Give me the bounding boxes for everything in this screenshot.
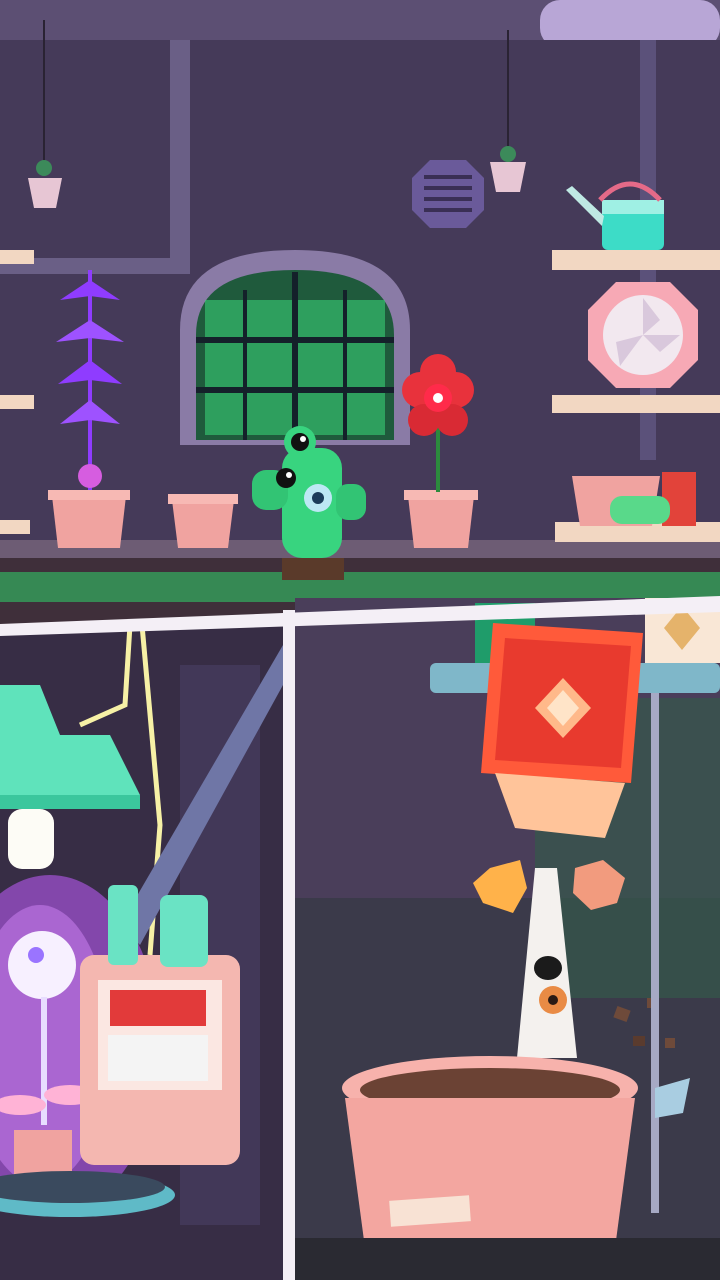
greenhouse-scene	[0, 0, 720, 625]
arched-window-icon	[180, 250, 410, 445]
fan-icon	[588, 282, 698, 388]
panel-divider	[283, 610, 295, 1280]
plant-pot	[342, 1056, 638, 1248]
plant-pot	[408, 496, 474, 548]
seed-pour-illustration	[295, 598, 720, 1280]
greenhouse-illustration	[0, 0, 720, 625]
plant-pot	[172, 500, 234, 548]
grow-lamp-panel	[0, 625, 283, 1280]
vent-icon	[412, 160, 484, 228]
seed-packet-icon	[610, 496, 670, 524]
grow-lamp-illustration	[0, 625, 283, 1280]
plant-pot	[52, 496, 126, 548]
seed-pour-panel	[295, 598, 720, 1280]
